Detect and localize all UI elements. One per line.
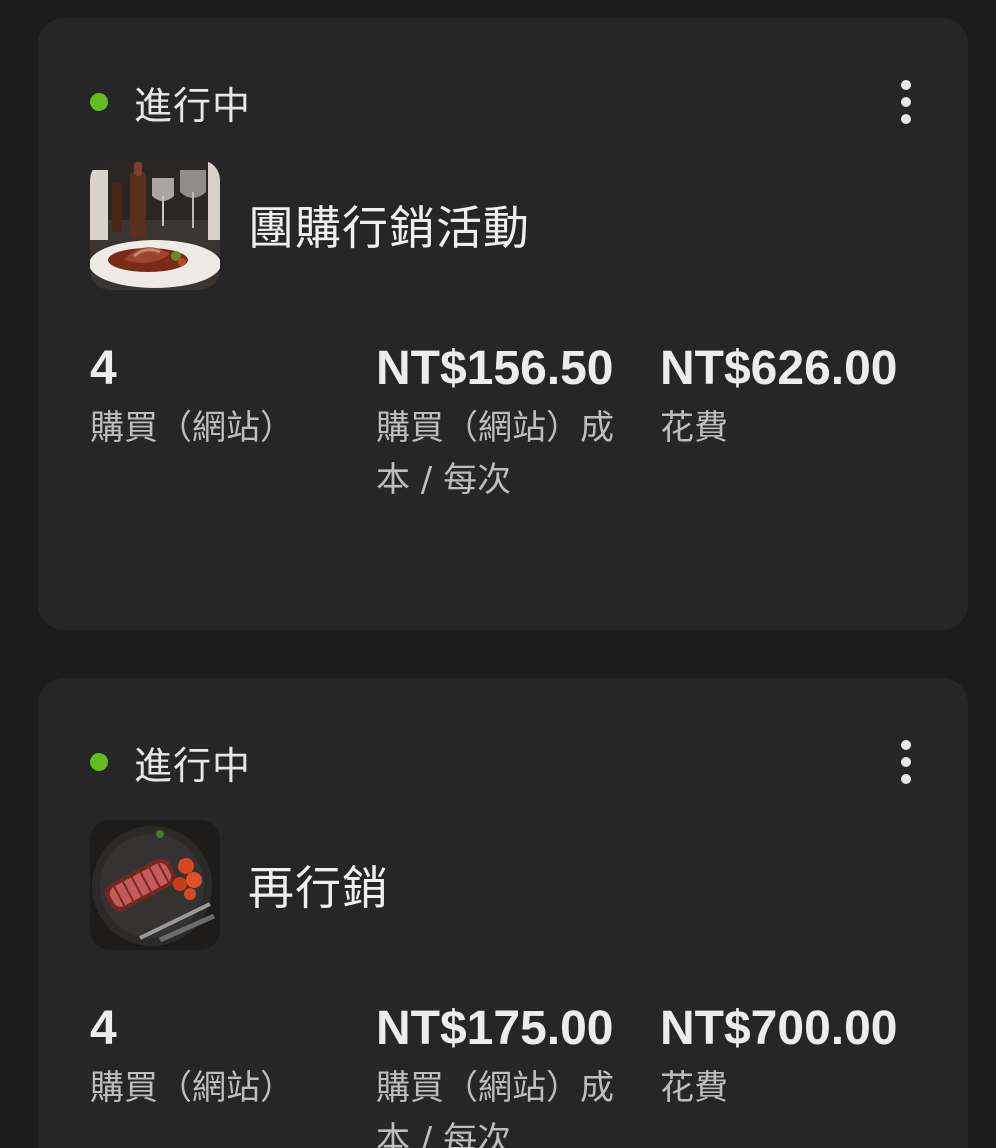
metric-spend: NT$626.00 花費	[660, 332, 940, 454]
status-indicator: 進行中	[90, 740, 251, 788]
metric-cost-per-purchase: NT$175.00 購買（網站）成本 / 每次	[376, 992, 636, 1148]
metric-value: 4	[90, 342, 117, 395]
campaign-card[interactable]: 進行中	[38, 678, 968, 1148]
metric-value: NT$175.00	[376, 1002, 614, 1055]
status-dot-icon	[90, 753, 108, 771]
campaign-header[interactable]: 團購行銷活動	[90, 160, 530, 290]
metric-purchases: 4 購買（網站）	[90, 332, 350, 454]
metric-label: 購買（網站）成本 / 每次	[376, 408, 614, 500]
metric-value: NT$156.50	[376, 342, 614, 395]
metric-value: NT$626.00	[660, 342, 898, 395]
more-options-icon[interactable]	[888, 76, 924, 128]
campaign-name: 團購行銷活動	[248, 201, 530, 255]
metric-value: NT$700.00	[660, 1002, 898, 1055]
status-dot-icon	[90, 93, 108, 111]
metric-value: 4	[90, 1002, 117, 1055]
campaign-card[interactable]: 進行中	[38, 18, 968, 630]
metric-label: 花費	[660, 1068, 728, 1108]
status-label: 進行中	[134, 83, 252, 128]
metric-label: 購買（網站）成本 / 每次	[376, 1068, 614, 1148]
steak-dinner-image	[90, 160, 220, 290]
metric-label: 花費	[660, 408, 728, 448]
campaign-list: 進行中 團購行銷活動 4 購買（網站） NT$156.50 購買（網站）成本 /…	[0, 0, 996, 1148]
metric-spend: NT$700.00 花費	[660, 992, 940, 1114]
campaign-name: 再行銷	[248, 861, 389, 915]
metric-purchases: 4 購買（網站）	[90, 992, 350, 1114]
status-label: 進行中	[134, 743, 252, 788]
metric-label: 購買（網站）	[90, 408, 294, 448]
metric-cost-per-purchase: NT$156.50 購買（網站）成本 / 每次	[376, 332, 636, 506]
sliced-steak-image	[90, 820, 220, 950]
metric-label: 購買（網站）	[90, 1068, 294, 1108]
campaign-header[interactable]: 再行銷	[90, 820, 389, 950]
status-indicator: 進行中	[90, 80, 251, 128]
more-options-icon[interactable]	[888, 736, 924, 788]
